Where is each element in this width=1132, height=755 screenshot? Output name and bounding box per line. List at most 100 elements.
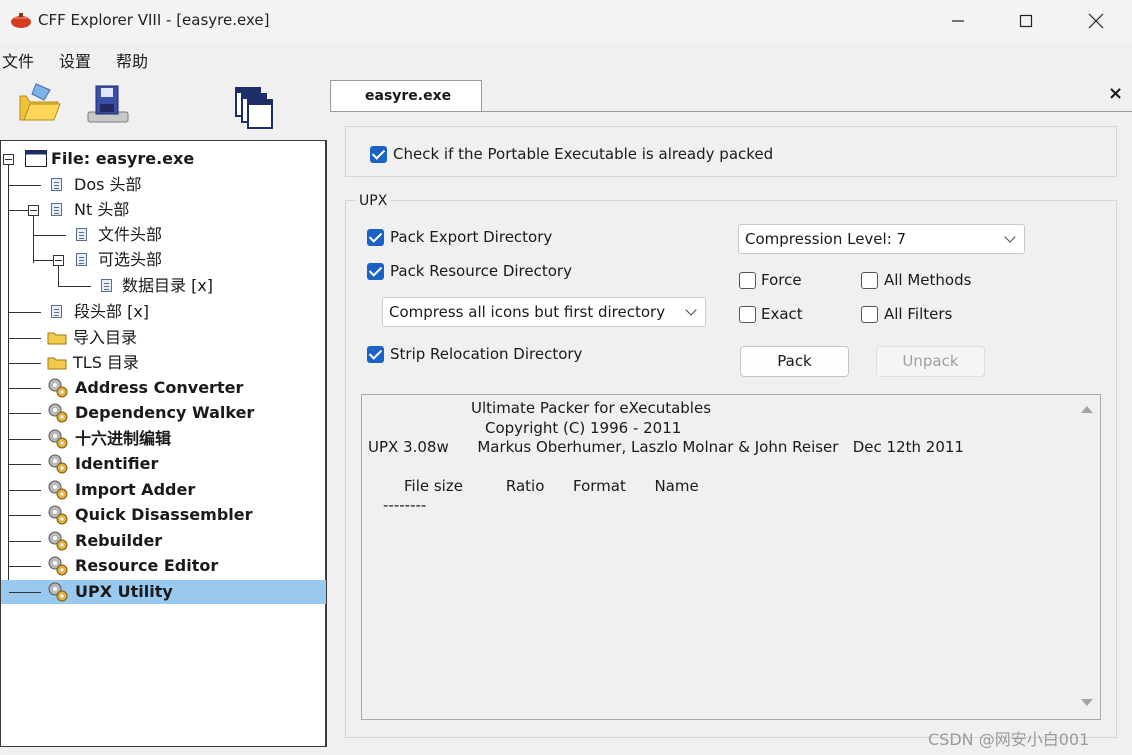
output-line: File size Ratio Format Name — [404, 477, 699, 495]
all-methods-checkbox[interactable] — [861, 272, 878, 289]
tree-item-label: Import Adder — [75, 480, 196, 499]
menu-settings[interactable]: 设置 — [59, 48, 91, 72]
folder-icon — [47, 357, 67, 370]
scroll-down-icon[interactable] — [1080, 698, 1094, 708]
output-line: -------- — [383, 496, 427, 514]
collapse-icon[interactable] — [28, 205, 39, 216]
tree-line — [9, 413, 41, 414]
strip-reloc-label: Strip Relocation Directory — [390, 345, 583, 363]
tree-line — [34, 235, 66, 236]
tab-easyre[interactable]: easyre.exe — [330, 80, 482, 112]
tree-line — [59, 286, 91, 287]
tree-item-label: TLS 目录 — [73, 353, 139, 372]
tree-view[interactable]: File: easyre.exe Dos 头部 Nt 头部 文件头部 可选头部 … — [0, 140, 327, 747]
output-scrollbar[interactable] — [1074, 395, 1100, 719]
doc-icon — [51, 203, 62, 216]
tree-item-import-directory[interactable]: 导入目录 — [1, 326, 326, 350]
tree-line — [9, 210, 29, 211]
tree-item-label: Resource Editor — [75, 556, 219, 575]
close-window-button[interactable] — [1060, 0, 1132, 42]
tree-item-section-headers[interactable]: 段头部 [x] — [1, 300, 326, 324]
doc-icon — [51, 305, 62, 318]
icons-compression-value: Compress all icons but first directory — [389, 303, 666, 321]
compression-level-select[interactable]: Compression Level: 7 — [738, 224, 1025, 254]
scroll-up-icon[interactable] — [1080, 404, 1094, 414]
tree-item-upx-utility[interactable]: UPX Utility — [1, 580, 326, 604]
tree-item-dependency-walker[interactable]: Dependency Walker — [1, 401, 326, 425]
tree-item-optional-header[interactable]: 可选头部 — [1, 248, 326, 272]
force-checkbox[interactable] — [739, 272, 756, 289]
output-line: UPX 3.08w Markus Oberhumer, Laszlo Molna… — [368, 438, 964, 456]
tree-item-address-converter[interactable]: Address Converter — [1, 376, 326, 400]
tree-item-file[interactable]: File: easyre.exe — [1, 147, 326, 171]
minimize-icon — [952, 20, 964, 22]
maximize-icon — [1019, 14, 1033, 28]
tree-item-label: UPX Utility — [75, 582, 173, 601]
tree-line — [9, 541, 41, 542]
open-folder-icon[interactable] — [16, 80, 62, 126]
exact-label: Exact — [761, 305, 803, 323]
collapse-icon[interactable] — [3, 154, 14, 165]
tree-item-nt-header[interactable]: Nt 头部 — [1, 198, 326, 222]
gear-icon — [48, 556, 68, 576]
tree-line — [9, 490, 41, 491]
exact-checkbox[interactable] — [739, 306, 756, 323]
maximize-button[interactable] — [990, 0, 1062, 42]
all-filters-checkbox[interactable] — [861, 306, 878, 323]
tree-line — [9, 363, 41, 364]
tree-item-resource-editor[interactable]: Resource Editor — [1, 554, 326, 578]
tree-item-rebuilder[interactable]: Rebuilder — [1, 529, 326, 553]
doc-icon — [76, 253, 87, 266]
tree-item-label: 数据目录 [x] — [122, 276, 214, 295]
windows-stack-icon[interactable] — [232, 82, 278, 132]
unpack-button[interactable]: Unpack — [876, 346, 985, 377]
check-packed-checkbox[interactable] — [370, 146, 387, 163]
tree-item-data-directories[interactable]: 数据目录 [x] — [1, 274, 326, 298]
window-icon — [25, 150, 47, 167]
tree-item-label: 十六进制编辑 — [75, 429, 172, 448]
tree-item-quick-disassembler[interactable]: Quick Disassembler — [1, 503, 326, 527]
pack-export-checkbox[interactable] — [367, 229, 384, 246]
menu-help[interactable]: 帮助 — [116, 48, 148, 72]
minimize-button[interactable] — [922, 0, 994, 42]
icons-compression-select[interactable]: Compress all icons but first directory — [382, 297, 706, 327]
check-packed-label: Check if the Portable Executable is alre… — [393, 145, 774, 163]
tree-item-import-adder[interactable]: Import Adder — [1, 478, 326, 502]
tree-item-dos-header[interactable]: Dos 头部 — [1, 173, 326, 197]
collapse-icon[interactable] — [53, 255, 64, 266]
force-label: Force — [761, 271, 802, 289]
close-tab-icon[interactable]: × — [1108, 83, 1123, 104]
tree-item-label: Address Converter — [75, 378, 244, 397]
tree-line — [9, 312, 41, 313]
doc-icon — [101, 279, 112, 292]
title-bar: CFF Explorer VIII - [easyre.exe] — [0, 0, 1132, 42]
close-icon — [1088, 13, 1104, 29]
pack-resource-checkbox[interactable] — [367, 263, 384, 280]
tree-item-label: Quick Disassembler — [75, 505, 253, 524]
tree-line — [9, 185, 41, 186]
tree-item-hex-editor[interactable]: 十六进制编辑 — [1, 427, 326, 451]
save-disk-icon[interactable] — [84, 82, 132, 128]
menu-file[interactable]: 文件 — [2, 48, 34, 72]
doc-icon — [51, 178, 62, 191]
tree-line — [9, 388, 41, 389]
tree-item-file-header[interactable]: 文件头部 — [1, 223, 326, 247]
tab-label: easyre.exe — [365, 88, 452, 104]
gear-icon — [48, 505, 68, 525]
tree-item-label: Nt 头部 — [74, 200, 130, 219]
folder-icon — [47, 332, 67, 345]
all-filters-label: All Filters — [884, 305, 953, 323]
output-line: Ultimate Packer for eXecutables — [471, 399, 712, 417]
tree-item-label: Identifier — [75, 454, 159, 473]
upx-output-box[interactable]: Ultimate Packer for eXecutables Copyrigh… — [361, 394, 1101, 720]
tree-line — [9, 464, 41, 465]
pack-button[interactable]: Pack — [740, 346, 849, 377]
tree-item-identifier[interactable]: Identifier — [1, 452, 326, 476]
tree-item-label: 段头部 [x] — [74, 302, 150, 321]
tree-item-tls-directory[interactable]: TLS 目录 — [1, 351, 326, 375]
compression-level-value: Compression Level: 7 — [745, 230, 907, 248]
strip-reloc-checkbox[interactable] — [367, 346, 384, 363]
chevron-down-icon — [1004, 231, 1016, 243]
gear-icon — [48, 582, 68, 602]
tree-line — [9, 515, 41, 516]
